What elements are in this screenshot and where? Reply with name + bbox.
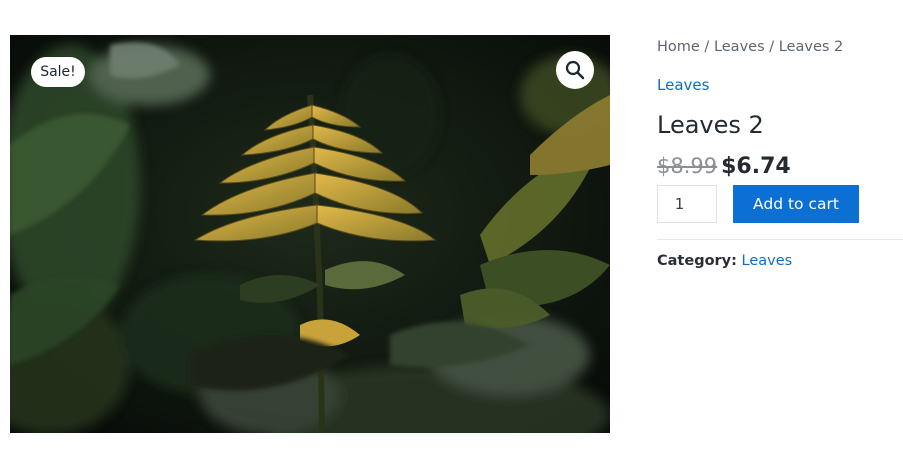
breadcrumb-separator: / [699, 39, 714, 55]
breadcrumb: Home / Leaves / Leaves 2 [657, 39, 843, 55]
add-to-cart-button[interactable]: Add to cart [733, 185, 859, 223]
breadcrumb-category-link[interactable]: Leaves [714, 39, 765, 55]
product-image[interactable] [10, 35, 610, 433]
divider [657, 239, 903, 240]
sale-price: $6.74 [721, 154, 791, 179]
category-label: Category: [657, 253, 737, 269]
breadcrumb-current: Leaves 2 [778, 39, 844, 55]
magnifier-icon [565, 60, 585, 80]
category-link[interactable]: Leaves [742, 253, 793, 269]
regular-price: $8.99 [657, 154, 718, 178]
sale-badge: Sale! [31, 57, 85, 87]
zoom-button[interactable] [556, 51, 594, 89]
product-category-link[interactable]: Leaves [657, 76, 709, 94]
product-price: $8.99 $6.74 [657, 154, 791, 179]
breadcrumb-home-link[interactable]: Home [657, 39, 700, 55]
breadcrumb-separator: / [764, 39, 779, 55]
leaves-photo [10, 35, 610, 433]
quantity-input[interactable] [657, 185, 717, 223]
product-title: Leaves 2 [657, 111, 764, 139]
product-meta: Category: Leaves [657, 253, 792, 269]
